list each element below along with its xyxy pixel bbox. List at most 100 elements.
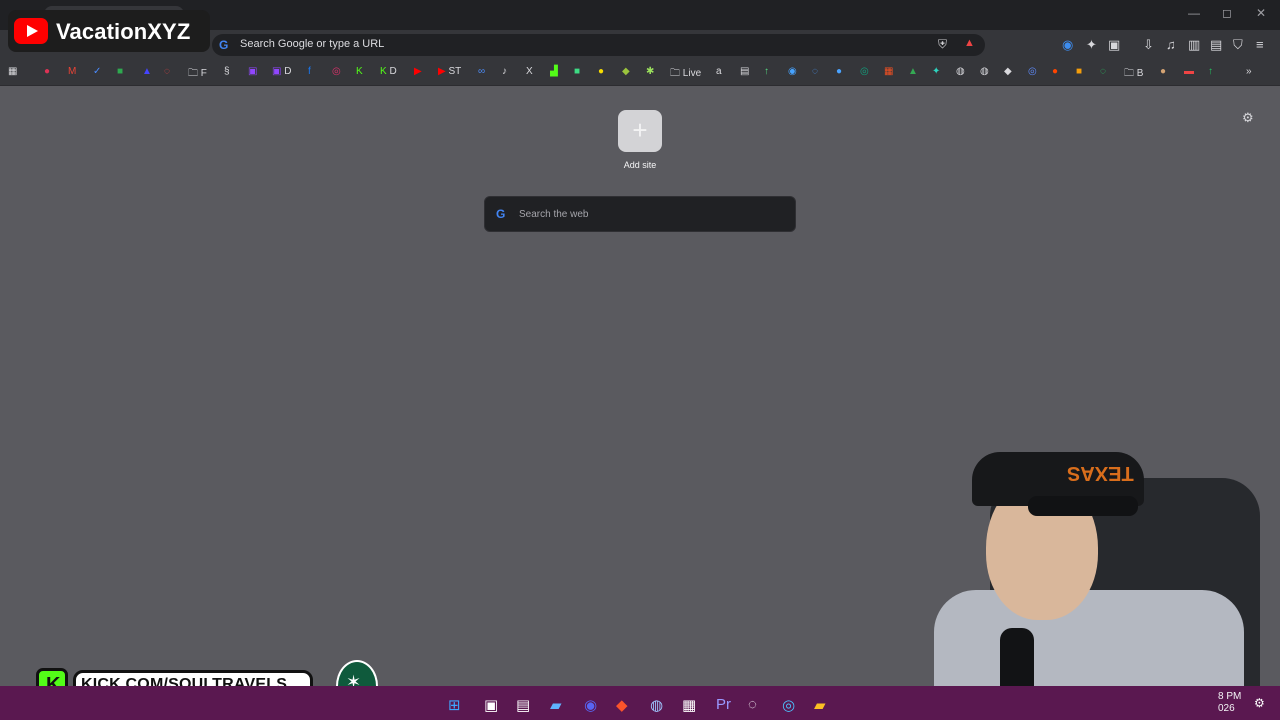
address-bar-placeholder: Search Google or type a URL xyxy=(240,38,385,50)
rewards-triangle-icon[interactable]: ▲ xyxy=(964,37,975,49)
google-icon: G xyxy=(219,38,229,52)
channel-name: VacationXYZ xyxy=(56,19,191,44)
youtube-logo-icon xyxy=(14,18,48,44)
minimize-button[interactable]: — xyxy=(1188,6,1200,20)
instagram-icon[interactable]: ◎ xyxy=(332,66,341,77)
whatsapp-icon[interactable]: ◌ xyxy=(1100,66,1106,77)
maximize-button[interactable]: ◻ xyxy=(1222,6,1232,20)
app-icon[interactable]: ● xyxy=(598,66,604,77)
store-icon[interactable]: ▤ xyxy=(516,696,530,714)
bookmark-st[interactable]: ▶ ST xyxy=(438,66,461,77)
web-search-box[interactable]: G Search the web xyxy=(484,196,796,232)
x-icon[interactable]: X xyxy=(526,66,533,77)
wallet-icon[interactable]: ▤ xyxy=(1210,37,1222,53)
add-site-button[interactable]: + xyxy=(618,110,662,152)
screen: ✕ + — ◻ ✕ G Search Google or type a URL … xyxy=(0,0,1280,720)
globe-icon[interactable]: ◍ xyxy=(980,66,989,77)
bookmark-download-icon[interactable]: ■ xyxy=(117,66,123,77)
app-icon[interactable]: ▤ xyxy=(740,66,749,77)
app-icon[interactable]: ▬ xyxy=(1184,66,1194,77)
arrow-up-icon[interactable]: ↑ xyxy=(764,66,769,77)
address-bar[interactable]: G Search Google or type a URL ⛨ ▲ xyxy=(212,34,985,56)
edge-icon[interactable]: ◎ xyxy=(782,696,795,714)
folder-icon[interactable]: ▰ xyxy=(814,696,826,714)
calculator-icon[interactable]: ▦ xyxy=(682,696,696,714)
apps-grid-icon[interactable]: ▦ xyxy=(8,66,17,77)
bookmark-b[interactable]: 🗀 B xyxy=(1124,66,1143,83)
add-site-label: Add site xyxy=(623,160,657,170)
bookmark-circle-icon[interactable]: ◌ xyxy=(164,66,170,77)
bookmark-kick-d[interactable]: K D xyxy=(380,66,397,77)
app-icon[interactable]: ✱ xyxy=(646,66,654,77)
bookmark-d[interactable]: ▣ D xyxy=(272,66,291,77)
app-icon[interactable]: ◆ xyxy=(1004,66,1012,77)
app-icon[interactable]: ◆ xyxy=(622,66,630,77)
obs-icon[interactable]: ◌ xyxy=(748,696,757,713)
chatgpt-icon[interactable]: ◎ xyxy=(860,66,869,77)
chart-icon[interactable]: ▟ xyxy=(550,66,558,77)
meta-icon[interactable]: ∞ xyxy=(478,66,485,77)
edge-icon[interactable]: ◌ xyxy=(812,66,818,77)
close-window-button[interactable]: ✕ xyxy=(1256,6,1266,20)
app-icon[interactable]: ■ xyxy=(1076,66,1082,77)
app-icon[interactable]: ◉ xyxy=(788,66,797,77)
search-icon[interactable]: ◎ xyxy=(1028,66,1037,77)
kick-icon[interactable]: K xyxy=(356,66,363,77)
app-icon[interactable]: ● xyxy=(836,66,842,77)
microsoft-icon[interactable]: ▦ xyxy=(884,66,893,77)
folder-icon: 🗀 xyxy=(670,68,680,79)
youtube-channel-badge: VacationXYZ xyxy=(8,10,210,52)
twitch-icon[interactable]: ▣ xyxy=(248,66,257,77)
bookmark-folder-f[interactable]: 🗀 F xyxy=(188,66,207,83)
files-icon[interactable]: ▣ xyxy=(484,696,498,714)
amazon-icon[interactable]: a xyxy=(716,66,722,77)
steam-icon[interactable]: ◍ xyxy=(650,696,663,714)
bookmark-check-icon[interactable]: ✓ xyxy=(93,66,101,77)
app-icon[interactable]: ↑ xyxy=(1208,66,1213,77)
notification-icon[interactable]: ⚙ xyxy=(1254,696,1265,710)
twitch-icon: ▣ xyxy=(272,66,282,77)
bookmarks-bar: ▦ ● M ✓ ■ ▲ ◌ 🗀 F § ▣ ▣ D f ◎ K K D ▶ ▶ … xyxy=(0,60,1280,86)
youtube-icon: ▶ xyxy=(438,66,446,77)
app-icon[interactable]: ✦ xyxy=(932,66,940,77)
download-icon[interactable]: ⇩ xyxy=(1143,37,1154,53)
gmail-icon[interactable]: M xyxy=(68,66,76,77)
bookmark-site-icon[interactable]: ● xyxy=(44,66,50,77)
kick-icon: K xyxy=(380,66,387,77)
drive-icon[interactable]: ▲ xyxy=(908,66,918,77)
brave-icon[interactable]: ◆ xyxy=(616,696,628,714)
google-icon: G xyxy=(496,207,506,221)
shield-outline-icon[interactable]: ⛉ xyxy=(1233,37,1243,53)
sidebar-icon[interactable]: ▥ xyxy=(1188,37,1200,53)
plus-icon: + xyxy=(632,115,648,145)
globe-icon[interactable]: ◍ xyxy=(956,66,965,77)
taskbar: ⊞ ▣ ▤ ▰ ◉ ◆ ◍ ▦ Pr ◌ ◎ ▰ 8 PM 026 ⚙ xyxy=(0,686,1280,720)
camera-icon[interactable]: ▣ xyxy=(1108,37,1120,53)
facebook-icon[interactable]: f xyxy=(308,66,311,77)
play-icon xyxy=(27,25,38,37)
menu-icon[interactable]: ≡ xyxy=(1256,37,1264,52)
discord-icon[interactable]: ◉ xyxy=(584,696,597,714)
photos-icon[interactable]: ▰ xyxy=(550,696,562,714)
more-bookmarks-icon[interactable]: » xyxy=(1246,66,1252,77)
system-clock[interactable]: 8 PM 026 xyxy=(1218,691,1241,715)
bookmark-site-icon[interactable]: ▲ xyxy=(142,66,152,77)
app-icon[interactable]: ■ xyxy=(574,66,580,77)
reddit-icon[interactable]: ● xyxy=(1052,66,1058,77)
app-icon[interactable]: ● xyxy=(1160,66,1166,77)
tiktok-icon[interactable]: ♪ xyxy=(502,66,507,77)
settings-gear-icon[interactable]: ⚙ xyxy=(1242,110,1254,126)
web-search-placeholder: Search the web xyxy=(519,209,589,220)
puzzle-icon[interactable]: ✦ xyxy=(1086,37,1097,53)
folder-icon: 🗀 xyxy=(1124,68,1134,79)
webcam-overlay: TEXAS xyxy=(924,450,1280,720)
bookmark-site-icon[interactable]: § xyxy=(224,66,230,77)
circle-icon[interactable]: ◉ xyxy=(1062,37,1073,53)
windows-icon[interactable]: ⊞ xyxy=(448,696,461,714)
shield-icon[interactable]: ⛨ xyxy=(938,37,947,52)
youtube-icon[interactable]: ▶ xyxy=(414,66,422,77)
music-icon[interactable]: ♫ xyxy=(1166,37,1176,52)
bookmark-live[interactable]: 🗀 Live xyxy=(670,66,701,83)
premiere-icon[interactable]: Pr xyxy=(716,696,731,713)
folder-icon: 🗀 xyxy=(188,68,198,79)
